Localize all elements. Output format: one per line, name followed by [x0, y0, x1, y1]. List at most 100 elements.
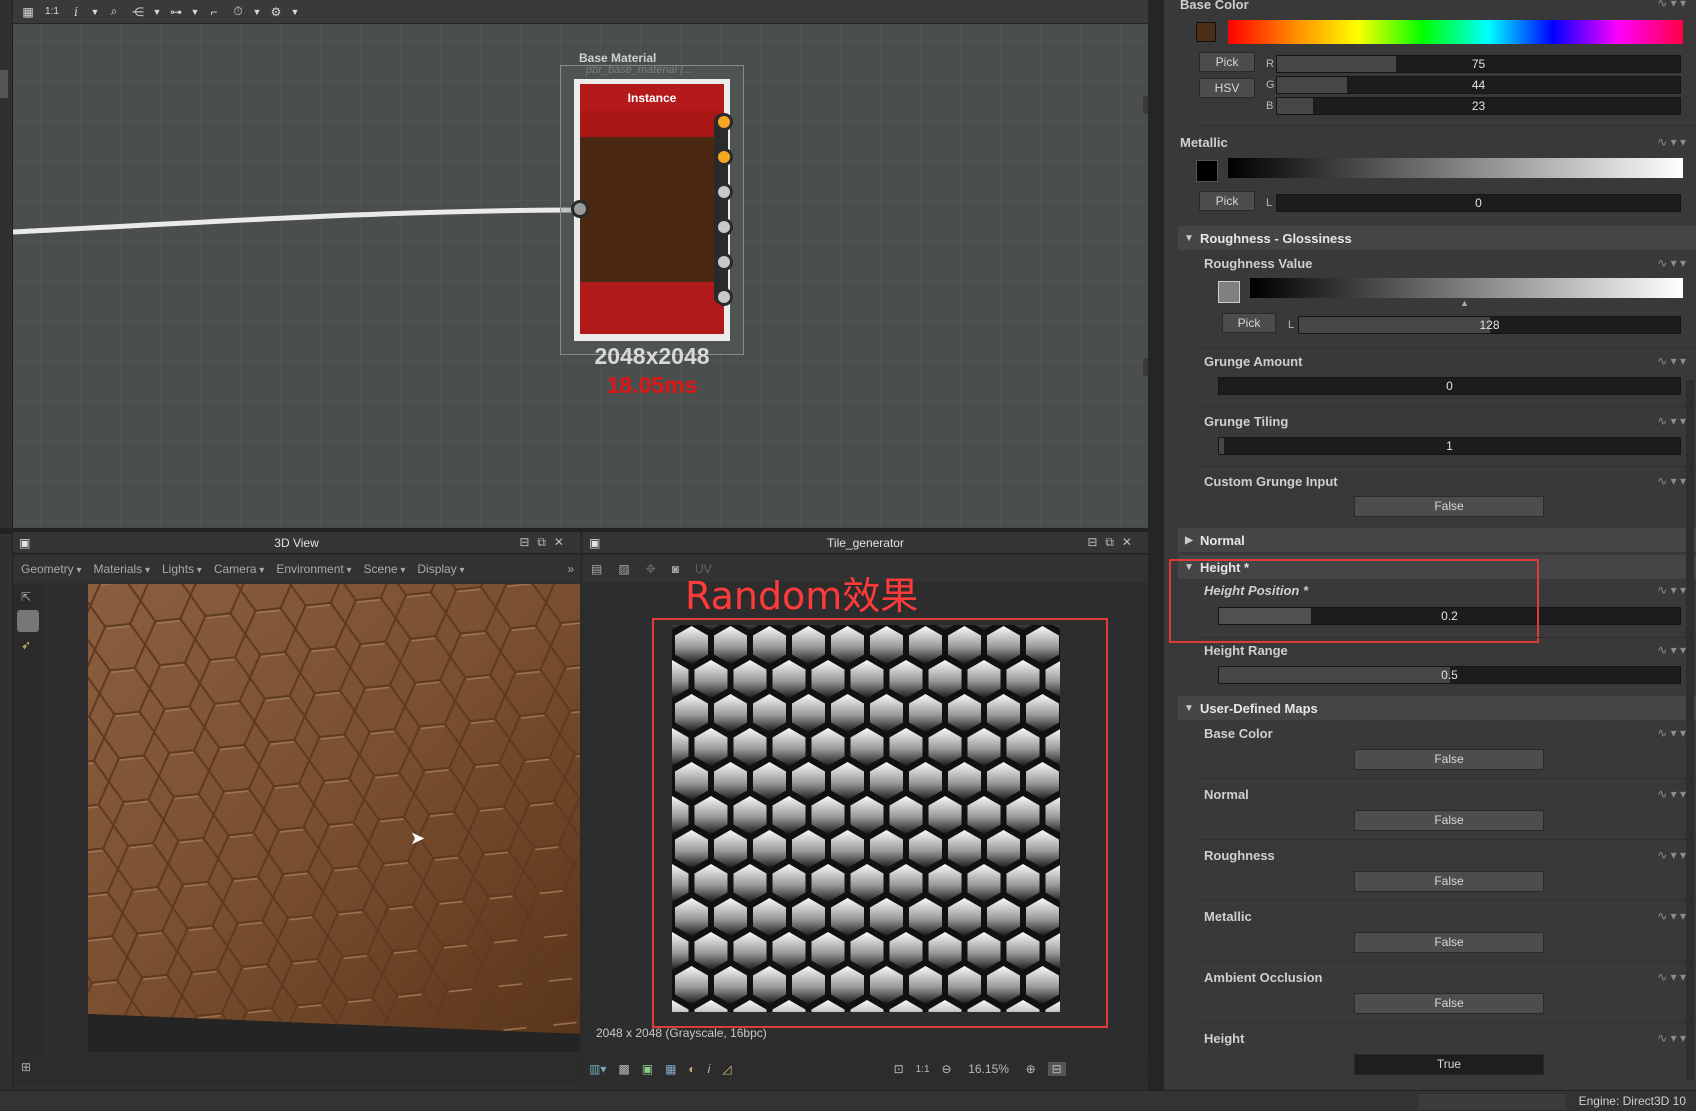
param-menu-icon[interactable]: ∿ ▾ ▾ — [1657, 583, 1686, 597]
output-port[interactable] — [715, 253, 733, 271]
fit-icon[interactable]: ⊡ — [894, 1062, 904, 1076]
menu-camera[interactable]: Camera — [214, 562, 265, 576]
param-menu-icon[interactable]: ∿ ▾ ▾ — [1657, 848, 1686, 862]
pick-button[interactable]: Pick — [1222, 313, 1276, 333]
overflow-icon[interactable]: » — [567, 562, 574, 576]
chevron-down-icon[interactable]: ▼ — [153, 3, 162, 21]
output-port[interactable] — [715, 148, 733, 166]
roughness-slider[interactable]: 128 — [1298, 316, 1681, 334]
metallic-swatch[interactable] — [1196, 160, 1218, 182]
info-icon[interactable]: i — [708, 1062, 711, 1076]
map-toggle[interactable]: False — [1354, 932, 1544, 953]
green-slider[interactable]: 44 — [1276, 76, 1681, 94]
luminance-gradient-bar[interactable] — [1228, 158, 1683, 178]
lock-icon[interactable]: ⊟ — [1047, 1062, 1066, 1076]
output-port[interactable] — [715, 113, 733, 131]
param-menu-icon[interactable]: ∿ ▾ ▾ — [1657, 135, 1686, 149]
hierarchy-icon[interactable]: ⊞ — [21, 1060, 31, 1074]
hsv-button[interactable]: HSV — [1199, 78, 1255, 98]
view3d-viewport[interactable] — [88, 584, 580, 1052]
zoom-level[interactable]: 16.15% — [964, 1062, 1014, 1076]
scrollbar[interactable] — [1686, 380, 1694, 1080]
zoom-in-icon[interactable]: ⊕ — [1026, 1062, 1036, 1076]
camera-icon[interactable]: ◙ — [672, 562, 679, 576]
menu-lights[interactable]: Lights — [162, 562, 202, 576]
info-icon[interactable]: i — [67, 3, 85, 21]
gradient-marker-icon[interactable]: ▲ — [1460, 298, 1469, 308]
chevron-down-icon[interactable]: ▼ — [253, 3, 262, 21]
map-toggle[interactable]: False — [1354, 810, 1544, 831]
param-menu-icon[interactable]: ∿ ▾ ▾ — [1657, 643, 1686, 657]
param-menu-icon[interactable]: ∿ ▾ ▾ — [1657, 354, 1686, 368]
blue-slider[interactable]: 23 — [1276, 97, 1681, 115]
param-menu-icon[interactable]: ∿ ▾ ▾ — [1657, 0, 1686, 10]
panel-window-controls[interactable]: ⊟⧉✕ — [1087, 535, 1140, 550]
height-range-slider[interactable]: 0.5 — [1218, 666, 1681, 684]
checker-icon[interactable]: ▩ — [618, 1062, 629, 1076]
left-dock-tab[interactable] — [0, 70, 8, 98]
rgb-icon[interactable]: ▣ — [642, 1062, 653, 1076]
output-port[interactable] — [715, 218, 733, 236]
color-wheel-icon[interactable]: ◐ — [688, 1062, 695, 1076]
save-icon[interactable]: ▨ — [618, 562, 629, 576]
chevron-down-icon[interactable]: ▼ — [91, 3, 100, 21]
menu-geometry[interactable]: Geometry — [21, 562, 82, 576]
map-toggle[interactable]: True — [1354, 1054, 1544, 1075]
param-menu-icon[interactable]: ∿ ▾ ▾ — [1657, 256, 1686, 270]
share-icon[interactable]: ⋲ — [129, 3, 147, 21]
param-menu-icon[interactable]: ∿ ▾ ▾ — [1657, 970, 1686, 984]
panel-window-controls[interactable]: ⊟⧉✕ — [519, 535, 572, 550]
orbit-icon[interactable] — [17, 610, 39, 632]
map-toggle[interactable]: False — [1354, 749, 1544, 770]
grunge-tiling-slider[interactable]: 1 — [1218, 437, 1681, 455]
map-toggle[interactable]: False — [1354, 871, 1544, 892]
base-color-swatch[interactable] — [1196, 22, 1216, 42]
section-normal[interactable]: ▶ Normal — [1178, 528, 1696, 552]
output-port[interactable] — [715, 288, 733, 306]
alpha-icon[interactable]: ▦ — [665, 1062, 676, 1076]
external-icon[interactable]: ⇱ — [21, 590, 43, 604]
luminance-gradient-bar[interactable] — [1250, 278, 1683, 298]
histogram-icon[interactable]: ◿ — [722, 1062, 731, 1076]
timer-icon[interactable]: ⏱ — [229, 3, 247, 21]
splitter[interactable] — [1148, 0, 1164, 1090]
chevron-down-icon[interactable]: ▼ — [191, 3, 200, 21]
pick-button[interactable]: Pick — [1199, 191, 1255, 211]
menu-environment[interactable]: Environment — [276, 562, 351, 576]
param-menu-icon[interactable]: ∿ ▾ ▾ — [1657, 909, 1686, 923]
chevron-down-icon[interactable]: ▼ — [291, 3, 300, 21]
ratio-button[interactable]: 1:1 — [43, 3, 61, 21]
hue-gradient-bar[interactable] — [1228, 20, 1683, 44]
menu-materials[interactable]: Materials — [94, 562, 151, 576]
channels-icon[interactable]: ▤ — [591, 562, 602, 576]
map-toggle[interactable]: False — [1354, 993, 1544, 1014]
menu-display[interactable]: Display — [417, 562, 464, 576]
pick-button[interactable]: Pick — [1199, 52, 1255, 72]
output-port[interactable] — [715, 183, 733, 201]
red-slider[interactable]: 75 — [1276, 55, 1681, 73]
section-user-defined-maps[interactable]: ▼ User-Defined Maps — [1178, 696, 1696, 720]
param-menu-icon[interactable]: ∿ ▾ ▾ — [1657, 787, 1686, 801]
gear-icon[interactable]: ⚙ — [267, 3, 285, 21]
zoom-icon[interactable]: ⌕ — [105, 3, 123, 21]
custom-grunge-toggle[interactable]: False — [1354, 496, 1544, 517]
param-menu-icon[interactable]: ∿ ▾ ▾ — [1657, 726, 1686, 740]
param-menu-icon[interactable]: ∿ ▾ ▾ — [1657, 414, 1686, 428]
pointer-icon[interactable]: ➶ — [21, 638, 43, 652]
menu-scene[interactable]: Scene — [364, 562, 406, 576]
param-menu-icon[interactable]: ∿ ▾ ▾ — [1657, 474, 1686, 488]
zoom-out-icon[interactable]: ⊖ — [942, 1062, 952, 1076]
color-mode-icon[interactable]: ▥▾ — [589, 1062, 606, 1076]
frame-icon[interactable]: ⌐ — [205, 3, 223, 21]
texture-preview[interactable] — [672, 625, 1060, 1012]
roughness-swatch[interactable] — [1218, 281, 1240, 303]
input-port[interactable] — [571, 200, 589, 218]
grid-icon[interactable]: ▦ — [19, 3, 37, 21]
ratio-button[interactable]: 1:1 — [916, 1064, 930, 1075]
metallic-slider[interactable]: 0 — [1276, 194, 1681, 212]
link-icon[interactable]: ⊶ — [167, 3, 185, 21]
param-menu-icon[interactable]: ∿ ▾ ▾ — [1657, 1031, 1686, 1045]
grunge-amount-slider[interactable]: 0 — [1218, 377, 1681, 395]
section-roughness[interactable]: ▼ Roughness - Glossiness — [1178, 226, 1696, 250]
move-icon[interactable]: ✥ — [646, 562, 656, 576]
